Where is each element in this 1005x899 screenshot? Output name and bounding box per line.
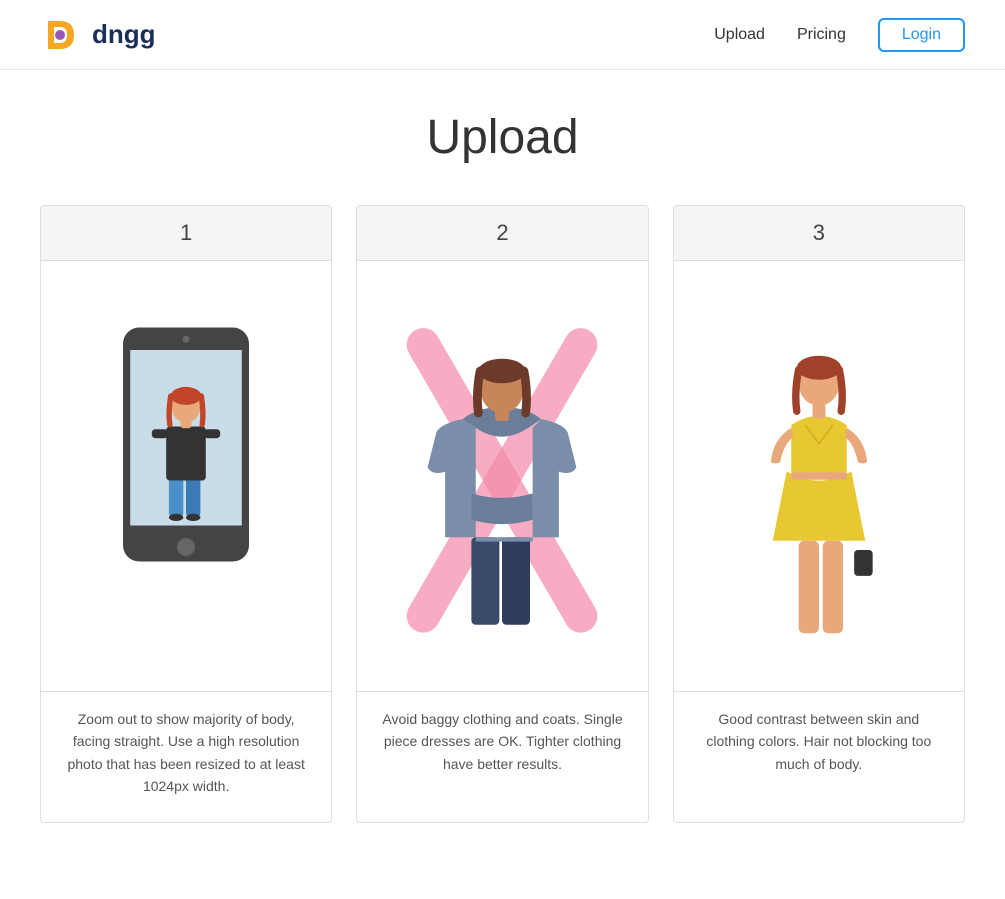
logo-text: dngg [92,19,156,50]
phone-illustration [96,306,276,646]
card-2-image [357,261,647,691]
card-1-description: Zoom out to show majority of body, facin… [41,691,331,822]
nav-pricing[interactable]: Pricing [797,26,846,44]
card-2: 2 [356,205,648,823]
nav-upload[interactable]: Upload [714,26,765,44]
card-3: 3 [673,205,965,823]
card-1-number: 1 [41,206,331,261]
header: dngg Upload Pricing Login [0,0,1005,70]
logo-icon [40,13,84,57]
card-1: 1 [40,205,332,823]
login-button[interactable]: Login [878,18,965,52]
good-illustration [724,291,914,661]
baggy-illustration [397,286,607,666]
card-3-description: Good contrast between skin and clothing … [674,691,964,799]
logo-area: dngg [40,13,156,57]
page-title: Upload [40,110,965,165]
main-content: Upload 1 [0,70,1005,883]
card-1-image [41,261,331,691]
card-3-number: 3 [674,206,964,261]
main-nav: Upload Pricing Login [714,18,965,52]
card-2-description: Avoid baggy clothing and coats. Single p… [357,691,647,799]
cards-container: 1 [40,205,965,823]
card-3-image [674,261,964,691]
card-2-number: 2 [357,206,647,261]
